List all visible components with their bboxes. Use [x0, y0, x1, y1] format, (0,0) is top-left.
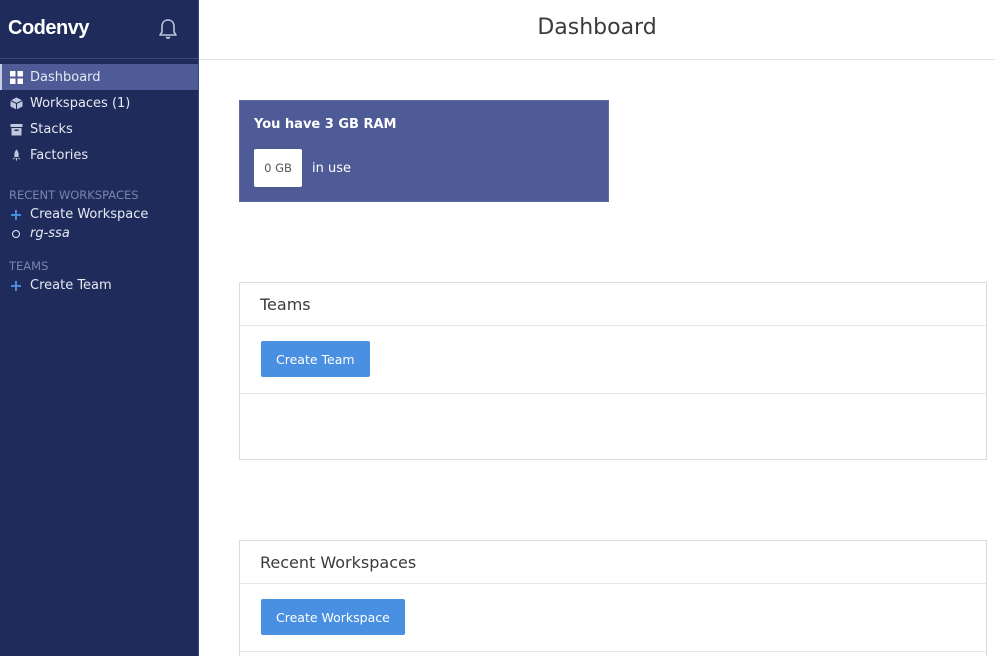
- rocket-icon: [9, 148, 23, 162]
- sidebar-item-label: Factories: [30, 147, 89, 163]
- ram-in-use-label: in use: [312, 161, 351, 176]
- sidebar-item-label: Stacks: [30, 121, 73, 137]
- circle-icon: [9, 229, 23, 238]
- bell-icon[interactable]: [158, 18, 178, 40]
- sidebar-create-team[interactable]: + Create Team: [0, 276, 198, 295]
- teams-panel-title: Teams: [240, 283, 986, 326]
- brand-bar: Codenvy: [0, 0, 198, 59]
- sidebar-workspace-rg-ssa[interactable]: rg-ssa: [0, 224, 198, 243]
- sidebar-item-label: Workspaces (1): [30, 95, 131, 111]
- sidebar-item-label: Create Workspace: [30, 207, 149, 222]
- ram-in-use-value: 0 GB: [254, 149, 302, 187]
- sidebar-item-stacks[interactable]: Stacks: [0, 116, 198, 142]
- page-title: Dashboard: [537, 15, 657, 40]
- sidebar-item-label: rg-ssa: [30, 226, 70, 241]
- page-header: Dashboard: [199, 0, 995, 60]
- teams-panel-actions: Create Team: [240, 326, 986, 394]
- recent-workspaces-panel-actions: Create Workspace: [240, 584, 986, 652]
- cube-icon: [9, 96, 23, 110]
- main-nav: Dashboard Workspaces (1) Stacks Factorie…: [0, 64, 198, 295]
- sidebar-create-workspace[interactable]: + Create Workspace: [0, 205, 198, 224]
- ram-title: You have 3 GB RAM: [254, 117, 397, 132]
- teams-panel: Teams Create Team: [239, 282, 987, 460]
- create-team-button[interactable]: Create Team: [261, 341, 370, 377]
- sidebar-item-dashboard[interactable]: Dashboard: [0, 64, 198, 90]
- sidebar-item-workspaces[interactable]: Workspaces (1): [0, 90, 198, 116]
- sidebar-item-factories[interactable]: Factories: [0, 142, 198, 168]
- teams-heading: TEAMS: [9, 259, 49, 273]
- sidebar: Codenvy Dashboard Workspaces (1) Stacks …: [0, 0, 199, 656]
- recent-workspaces-heading: RECENT WORKSPACES: [9, 188, 139, 202]
- plus-icon: +: [9, 204, 23, 224]
- create-workspace-button[interactable]: Create Workspace: [261, 599, 405, 635]
- plus-icon: +: [9, 275, 23, 295]
- box-icon: [9, 122, 23, 136]
- ram-usage-card: You have 3 GB RAM 0 GB in use: [239, 100, 609, 202]
- brand-logo[interactable]: Codenvy: [8, 17, 89, 40]
- dashboard-grid-icon: [9, 70, 23, 84]
- sidebar-item-label: Create Team: [30, 278, 112, 293]
- sidebar-item-label: Dashboard: [30, 69, 101, 85]
- recent-workspaces-panel-title: Recent Workspaces: [240, 541, 986, 584]
- recent-workspaces-panel: Recent Workspaces Create Workspace: [239, 540, 987, 656]
